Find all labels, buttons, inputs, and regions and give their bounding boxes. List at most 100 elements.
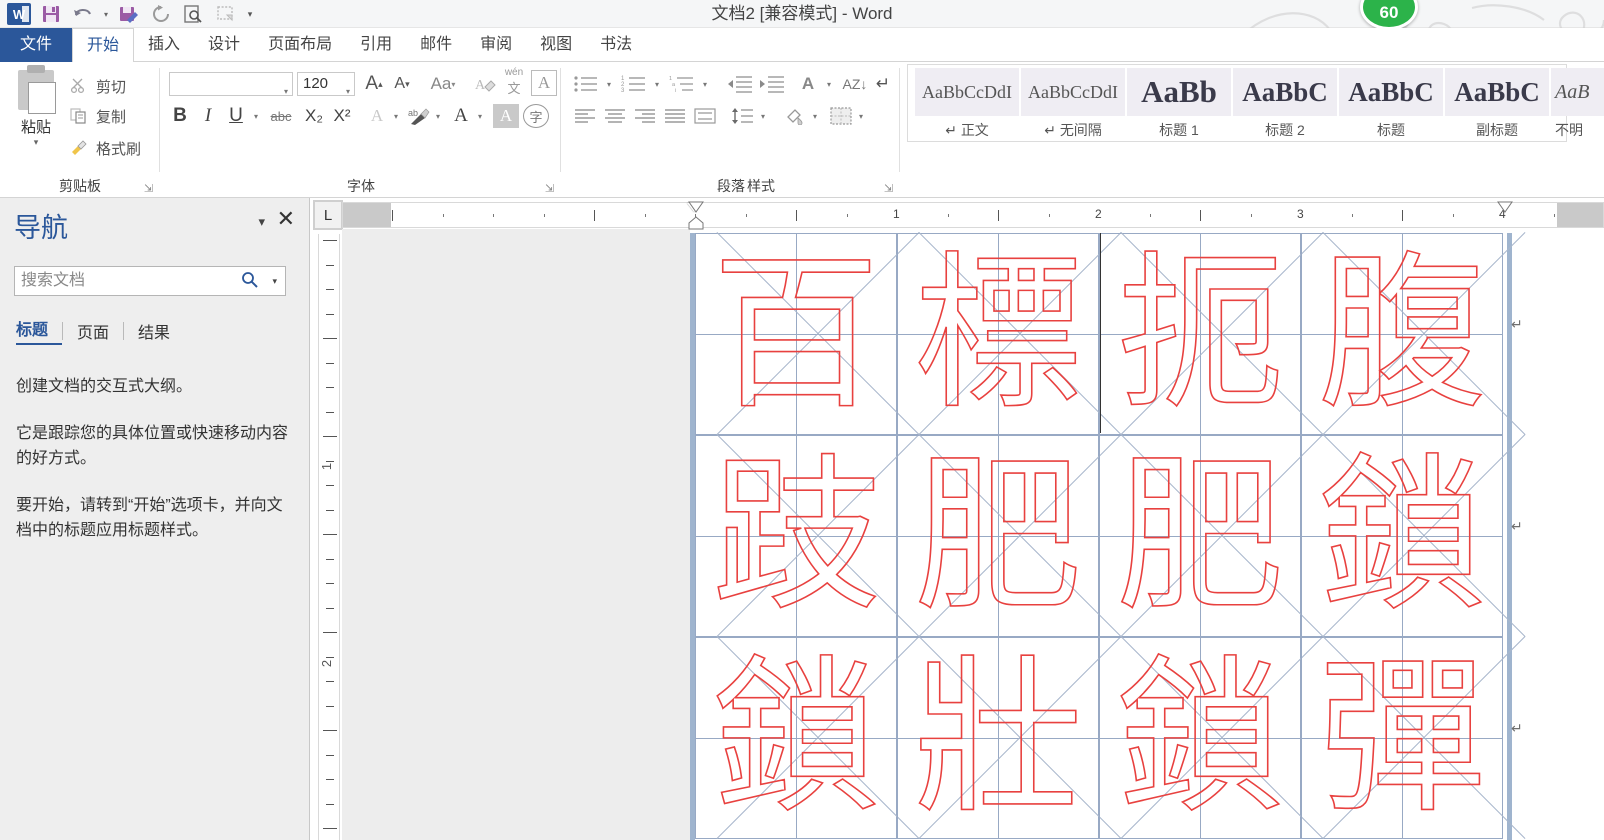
bullets-dropdown-icon[interactable]: ▾ (602, 72, 616, 96)
superscript-button[interactable]: X² (329, 104, 355, 128)
style-title[interactable]: AaBbC 标题 (1339, 68, 1443, 138)
multilevel-list-icon[interactable]: 1ai (668, 72, 696, 96)
calligraphy-character[interactable]: 肥 (897, 435, 1099, 637)
justify-icon[interactable] (662, 104, 688, 128)
shading-icon[interactable] (782, 104, 808, 128)
right-indent-handle[interactable] (1497, 200, 1513, 213)
navigation-pane[interactable]: 导航 ▾ ✕ ▾ 标题 页面 结果 创建文档的交互式大纲。 它是跟踪您的具体位置… (0, 198, 310, 840)
borders-icon[interactable] (828, 104, 854, 128)
grid-cell[interactable]: 跂 (695, 434, 920, 637)
paste-dropdown-icon[interactable]: ▾ (8, 137, 64, 148)
highlight-dropdown-icon[interactable]: ▾ (431, 104, 445, 128)
style-subtle-emphasis[interactable]: AaB 不明 (1551, 68, 1604, 138)
grid-cell[interactable]: 鎖 (1301, 434, 1526, 637)
numbering-icon[interactable]: 123 (620, 72, 648, 96)
text-effects-dropdown-icon[interactable]: ▾ (389, 104, 403, 128)
clear-formatting-icon[interactable]: A (473, 72, 499, 96)
ribbon-group-clipboard[interactable]: 粘贴 ▾ 剪切 复制 格式刷 剪贴板 ⇲ (0, 62, 160, 198)
copy-button[interactable]: 复制 (70, 106, 126, 127)
align-right-icon[interactable] (632, 104, 658, 128)
grid-cell[interactable]: 彈 (1301, 636, 1526, 839)
ribbon-group-font[interactable]: ▾ 120 ▾ A ▴ A ▾ Aa ▾ A wén 文 A B I U ▾ abc X… (161, 62, 561, 198)
line-spacing-icon[interactable] (728, 104, 756, 128)
style-heading-1[interactable]: AaBb 标题 1 (1127, 68, 1231, 138)
search-options-dropdown-icon[interactable]: ▾ (272, 276, 277, 287)
underline-button[interactable]: U (223, 104, 249, 128)
change-case-icon[interactable]: Aa ▾ (423, 72, 463, 96)
increase-indent-icon[interactable] (756, 72, 786, 96)
tab-stop-selector[interactable]: L (313, 200, 343, 230)
asian-layout-icon[interactable]: A (794, 72, 822, 96)
nav-tab-headings[interactable]: 标题 (16, 316, 63, 345)
search-input[interactable] (21, 267, 239, 295)
tab-review[interactable]: 审阅 (466, 28, 526, 62)
style-no-spacing[interactable]: AaBbCcDdI ↵ 无间隔 (1021, 68, 1125, 138)
cut-button[interactable]: 剪切 (70, 76, 126, 97)
grid-cell[interactable]: 肥 (897, 434, 1122, 637)
subscript-button[interactable]: X₂ (301, 104, 327, 128)
first-line-indent-handle[interactable] (688, 200, 704, 213)
shading-dropdown-icon[interactable]: ▾ (808, 104, 822, 128)
underline-dropdown-icon[interactable]: ▾ (249, 104, 263, 128)
calligraphy-grid[interactable]: 百標扼腹 ↵ 跂肥肥鎖 ↵ 鎖壯鎖彈 ↵ (695, 232, 1526, 840)
tab-mailings[interactable]: 邮件 (406, 28, 466, 62)
asian-layout-dropdown-icon[interactable]: ▾ (822, 72, 836, 96)
horizontal-ruler[interactable]: 1234 (342, 202, 1604, 228)
hanging-indent-handle[interactable] (688, 216, 704, 230)
shrink-font-icon[interactable]: A ▾ (389, 72, 415, 96)
tab-design[interactable]: 设计 (194, 28, 254, 62)
highlight-icon[interactable]: ab (405, 104, 433, 128)
bold-button[interactable]: B (167, 104, 193, 128)
font-name-input[interactable]: ▾ (169, 72, 293, 96)
ribbon-tab-strip[interactable]: 文件 开始 插入 设计 页面布局 引用 邮件 审阅 视图 书法 (0, 28, 1604, 63)
borders-dropdown-icon[interactable]: ▾ (854, 104, 868, 128)
strikethrough-button[interactable]: abc (265, 104, 297, 128)
multilevel-dropdown-icon[interactable]: ▾ (698, 72, 712, 96)
search-icon[interactable] (241, 271, 259, 294)
vertical-ruler[interactable]: 12 (318, 234, 340, 840)
paste-button[interactable]: 粘贴 ▾ (8, 65, 64, 148)
line-spacing-dropdown-icon[interactable]: ▾ (756, 104, 770, 128)
clipboard-dialog-launcher-icon[interactable]: ⇲ (144, 182, 156, 195)
grid-cell[interactable]: 腹 (1301, 232, 1526, 435)
calligraphy-character[interactable]: 肥 (1099, 435, 1301, 637)
calligraphy-character[interactable]: 跂 (695, 435, 897, 637)
align-center-icon[interactable] (602, 104, 628, 128)
grid-cell[interactable]: 標 (897, 232, 1122, 435)
calligraphy-character[interactable]: 標 (897, 233, 1099, 435)
grid-cell[interactable]: 扼 (1099, 232, 1324, 435)
format-painter-button[interactable]: 格式刷 (70, 138, 141, 159)
navigation-tabs[interactable]: 标题 页面 结果 (16, 316, 184, 345)
tab-page-layout[interactable]: 页面布局 (254, 28, 346, 62)
phonetic-guide-icon[interactable]: wén 文 (501, 67, 527, 96)
calligraphy-character[interactable]: 彈 (1301, 637, 1503, 839)
nav-tab-results[interactable]: 结果 (124, 319, 184, 343)
document-canvas[interactable]: 百標扼腹 ↵ 跂肥肥鎖 ↵ 鎖壯鎖彈 ↵ (342, 229, 1604, 840)
tab-view[interactable]: 视图 (526, 28, 586, 62)
style-subtitle[interactable]: AaBbC 副标题 (1445, 68, 1549, 138)
tab-insert[interactable]: 插入 (134, 28, 194, 62)
text-effects-icon[interactable]: A (365, 104, 389, 128)
bullets-icon[interactable] (572, 72, 600, 96)
calligraphy-character[interactable]: 鎖 (1099, 637, 1301, 839)
tab-calligraphy[interactable]: 书法 (586, 28, 646, 62)
grid-cell[interactable]: 肥 (1099, 434, 1324, 637)
show-formatting-marks-icon[interactable]: ↵ (870, 72, 896, 96)
tab-file[interactable]: 文件 (0, 28, 73, 62)
font-size-input[interactable]: 120 ▾ (297, 72, 355, 96)
calligraphy-character[interactable]: 壯 (897, 637, 1099, 839)
font-name-dropdown-icon[interactable]: ▾ (284, 81, 288, 103)
tab-home[interactable]: 开始 (72, 28, 135, 63)
calligraphy-character[interactable]: 鎖 (695, 637, 897, 839)
decrease-indent-icon[interactable] (724, 72, 754, 96)
calligraphy-character[interactable]: 腹 (1301, 233, 1503, 435)
font-dialog-launcher-icon[interactable]: ⇲ (545, 182, 557, 195)
grid-cell[interactable]: 鎖 (1099, 636, 1324, 839)
distribute-icon[interactable] (692, 104, 718, 128)
italic-button[interactable]: I (195, 104, 221, 128)
font-color-icon[interactable]: A (449, 104, 473, 128)
sort-icon[interactable]: AZ↓ (842, 72, 868, 96)
font-size-dropdown-icon[interactable]: ▾ (346, 81, 350, 103)
align-left-icon[interactable] (572, 104, 598, 128)
close-icon[interactable]: ✕ (277, 208, 295, 230)
